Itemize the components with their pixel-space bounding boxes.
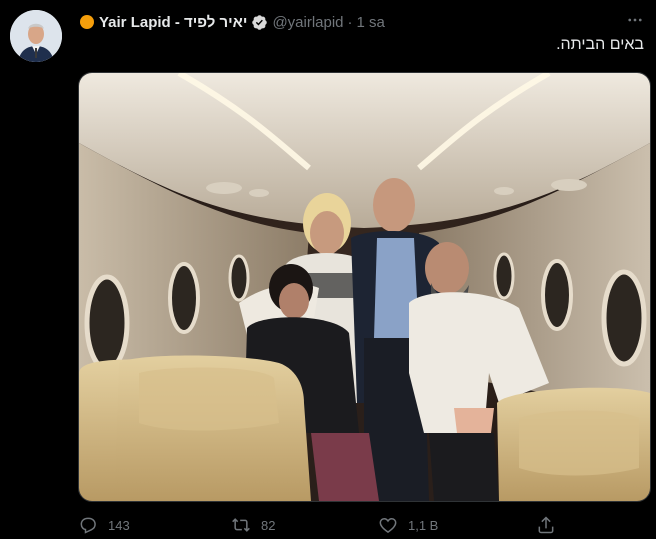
reply-count: 143 bbox=[108, 517, 130, 533]
reply-icon bbox=[80, 517, 96, 534]
reply-button[interactable]: 143 bbox=[78, 515, 130, 535]
author-handle[interactable]: @yairlapid bbox=[272, 14, 343, 31]
tweet-timestamp[interactable]: 1 sa bbox=[357, 14, 385, 31]
tweet-actions: 143 82 1,1 B bbox=[78, 512, 568, 538]
author-name[interactable]: Yair Lapid - יאיר לפיד bbox=[99, 14, 247, 31]
like-count: 1,1 B bbox=[408, 517, 439, 533]
separator-dot: · bbox=[347, 13, 353, 31]
share-icon bbox=[538, 516, 554, 534]
like-icon bbox=[379, 517, 397, 533]
tweet-photo[interactable] bbox=[78, 72, 651, 502]
orange-circle-emoji bbox=[80, 15, 94, 29]
avatar[interactable] bbox=[10, 10, 62, 62]
retweet-icon bbox=[232, 518, 250, 532]
tweet-text: באים הביתה. bbox=[556, 36, 644, 53]
retweet-button[interactable]: 82 bbox=[231, 515, 275, 535]
airplane-cabin-photo bbox=[79, 73, 650, 501]
more-icon[interactable] bbox=[624, 10, 646, 30]
more-dots-icon bbox=[628, 18, 642, 22]
tweet-header: Yair Lapid - יאיר לפיד @yairlapid · 1 sa bbox=[80, 11, 644, 33]
share-button[interactable] bbox=[536, 515, 556, 535]
like-button[interactable]: 1,1 B bbox=[378, 515, 438, 535]
retweet-count: 82 bbox=[261, 517, 276, 533]
verified-badge-icon bbox=[252, 14, 268, 30]
